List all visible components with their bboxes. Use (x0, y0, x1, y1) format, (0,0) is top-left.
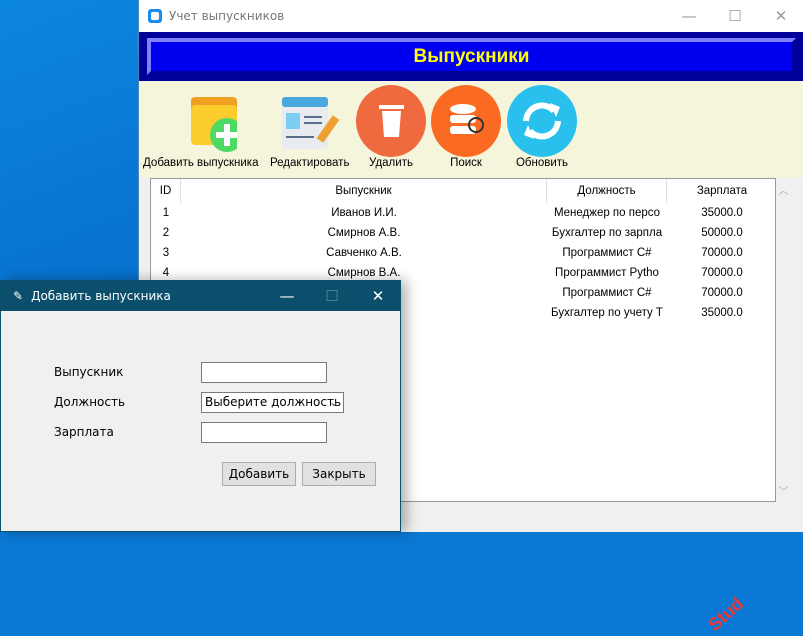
table-row[interactable]: 3 Савченко А.В. Программист C# 70000.0 (151, 243, 775, 263)
app-icon (148, 9, 162, 23)
table-cell: 2 (162, 227, 170, 239)
table-cell: Программист C# (562, 247, 652, 259)
position-label: Должность (54, 395, 126, 409)
add-folder-icon (165, 85, 244, 157)
column-header-salary[interactable]: Зарплата (667, 179, 777, 203)
table-cell: Савченко А.В. (326, 247, 402, 259)
table-cell: 35000.0 (701, 207, 743, 219)
table-row[interactable]: 1 Иванов И.И. Менеджер по персо 35000.0 (151, 203, 775, 223)
dialog-close-button[interactable]: ✕ (355, 281, 401, 311)
table-cell: Бухгалтер по учету Т (551, 307, 663, 319)
table-cell: 70000.0 (701, 247, 743, 259)
edit-button[interactable]: Редактировать (270, 85, 349, 169)
table-cell: Программист Pytho (555, 267, 659, 279)
salary-label: Зарплата (54, 425, 114, 439)
add-graduate-dialog: ✎ Добавить выпускника — ☐ ✕ Выпускник До… (0, 280, 401, 532)
chevron-down-icon: ⌄ (328, 395, 339, 409)
title-bar: Учет выпускников — ☐ ✕ (139, 0, 803, 32)
add-graduate-button[interactable]: Добавить выпускника (143, 85, 258, 169)
position-select-value: Выберите должность (205, 395, 342, 409)
trash-icon (355, 85, 427, 157)
table-cell: Бухгалтер по зарпла (551, 227, 663, 239)
search-button[interactable]: Поиск (430, 85, 502, 169)
salary-input[interactable] (201, 422, 327, 443)
refresh-button[interactable]: Обновить (506, 85, 578, 169)
delete-button[interactable]: Удалить (355, 85, 427, 169)
table-cell: 35000.0 (701, 307, 743, 319)
graduate-label: Выпускник (54, 365, 124, 379)
add-button[interactable]: Добавить (222, 462, 296, 486)
table-cell: 50000.0 (701, 227, 743, 239)
header-banner: Выпускники (139, 32, 803, 81)
refresh-icon (506, 85, 578, 157)
table-scrollbar[interactable]: ︿ ﹀ (776, 178, 791, 502)
table-cell: Менеджер по персо (553, 207, 661, 219)
window-title: Учет выпускников (169, 9, 285, 23)
close-dialog-button[interactable]: Закрыть (302, 462, 376, 486)
dialog-title-bar: ✎ Добавить выпускника — ☐ ✕ (1, 281, 400, 311)
column-header-id[interactable]: ID (151, 179, 181, 203)
table-cell: 70000.0 (701, 267, 743, 279)
graduate-input[interactable] (201, 362, 327, 383)
database-search-icon (430, 85, 502, 157)
column-header-position[interactable]: Должность (547, 179, 667, 203)
dialog-maximize-button: ☐ (325, 287, 339, 305)
table-cell: 70000.0 (701, 287, 743, 299)
toolbar: Добавить выпускника Редактировать Удалит… (139, 81, 803, 178)
close-button[interactable]: ✕ (758, 0, 803, 32)
watermark: Stud (704, 593, 748, 635)
table-row[interactable]: 2 Смирнов А.В. Бухгалтер по зарпла 50000.0 (151, 223, 775, 243)
dialog-minimize-button[interactable]: — (264, 281, 310, 311)
feather-icon: ✎ (13, 289, 24, 303)
table-cell: Смирнов А.В. (327, 227, 401, 239)
position-select[interactable]: Выберите должность ⌄ (201, 392, 344, 413)
table-cell: Программист C# (562, 287, 652, 299)
table-cell: 3 (162, 247, 170, 259)
table-cell: 1 (162, 207, 170, 219)
edit-card-icon (274, 85, 346, 157)
maximize-button[interactable]: ☐ (712, 0, 758, 32)
column-header-graduate[interactable]: Выпускник (181, 179, 547, 203)
minimize-button[interactable]: — (666, 0, 712, 32)
table-cell: Иванов И.И. (331, 207, 397, 219)
banner-title: Выпускники (413, 45, 530, 67)
dialog-title: Добавить выпускника (31, 289, 171, 303)
